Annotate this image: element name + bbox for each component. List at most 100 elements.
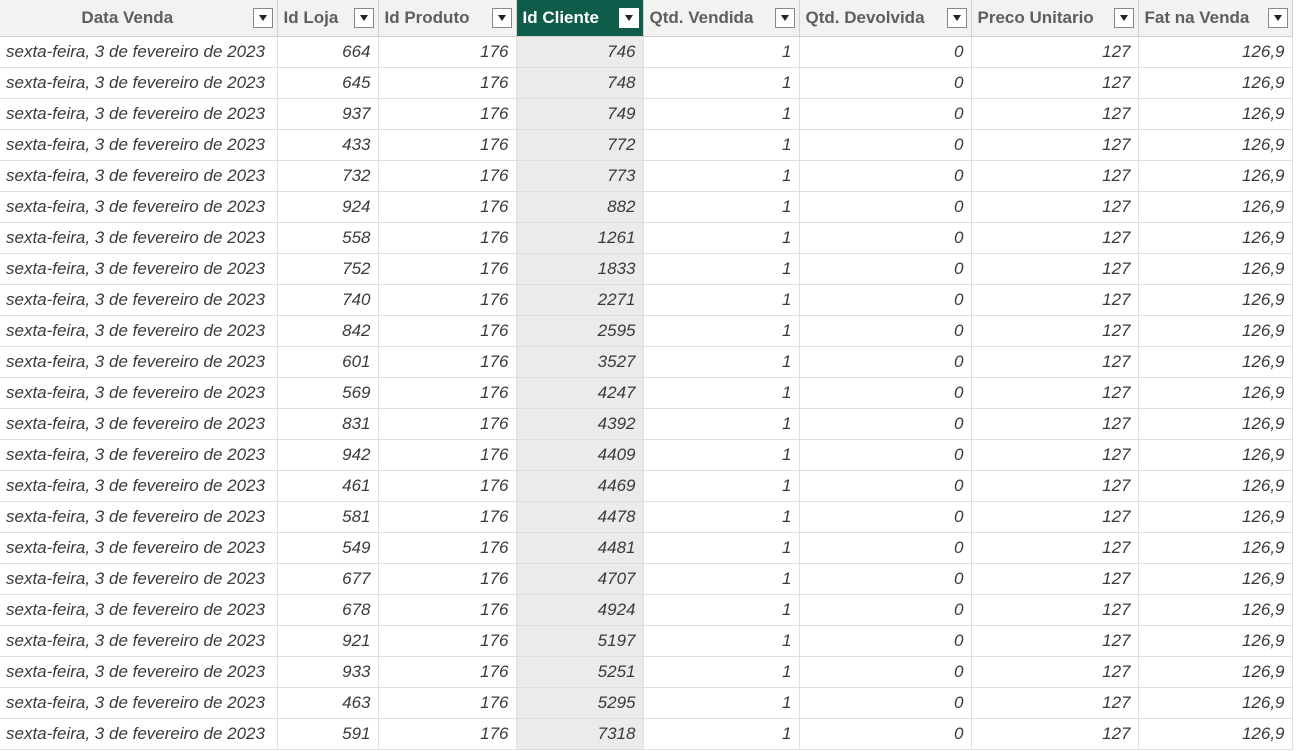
table-row[interactable]: sexta-feira, 3 de fevereiro de 2023 842 17… [0,315,1293,347]
cell-id-cliente[interactable]: 4481 [516,532,644,564]
column-header-fat-na-venda[interactable]: Fat na Venda [1138,0,1293,37]
cell-id-cliente[interactable]: 4924 [516,594,644,626]
cell-preco-unitario[interactable]: 127 [971,191,1139,223]
cell-qtd-vendida[interactable]: 1 [643,470,800,502]
cell-data-venda[interactable]: sexta-feira, 3 de fevereiro de 2023 [0,98,278,130]
cell-fat-na-venda[interactable]: 126,9 [1138,687,1293,719]
cell-qtd-devolvida[interactable]: 0 [799,191,972,223]
cell-fat-na-venda[interactable]: 126,9 [1138,656,1293,688]
cell-id-loja[interactable]: 732 [277,160,379,192]
cell-qtd-devolvida[interactable]: 0 [799,129,972,161]
table-row[interactable]: sexta-feira, 3 de fevereiro de 2023 581 17… [0,501,1293,533]
cell-qtd-vendida[interactable]: 1 [643,625,800,657]
cell-id-loja[interactable]: 942 [277,439,379,471]
cell-preco-unitario[interactable]: 127 [971,377,1139,409]
cell-data-venda[interactable]: sexta-feira, 3 de fevereiro de 2023 [0,67,278,99]
cell-id-produto[interactable]: 176 [378,439,517,471]
table-row[interactable]: sexta-feira, 3 de fevereiro de 2023 645 17… [0,67,1293,99]
cell-id-loja[interactable]: 831 [277,408,379,440]
cell-fat-na-venda[interactable]: 126,9 [1138,315,1293,347]
cell-id-loja[interactable]: 461 [277,470,379,502]
cell-id-produto[interactable]: 176 [378,98,517,130]
cell-fat-na-venda[interactable]: 126,9 [1138,98,1293,130]
cell-id-loja[interactable]: 678 [277,594,379,626]
table-row[interactable]: sexta-feira, 3 de fevereiro de 2023 591 17… [0,718,1293,750]
table-row[interactable]: sexta-feira, 3 de fevereiro de 2023 433 17… [0,129,1293,161]
cell-qtd-devolvida[interactable]: 0 [799,563,972,595]
cell-data-venda[interactable]: sexta-feira, 3 de fevereiro de 2023 [0,377,278,409]
cell-id-produto[interactable]: 176 [378,656,517,688]
cell-id-produto[interactable]: 176 [378,284,517,316]
cell-qtd-devolvida[interactable]: 0 [799,718,972,750]
cell-qtd-vendida[interactable]: 1 [643,315,800,347]
filter-dropdown-icon[interactable] [774,8,795,28]
cell-qtd-devolvida[interactable]: 0 [799,408,972,440]
cell-id-loja[interactable]: 601 [277,346,379,378]
cell-data-venda[interactable]: sexta-feira, 3 de fevereiro de 2023 [0,253,278,285]
cell-fat-na-venda[interactable]: 126,9 [1138,594,1293,626]
table-row[interactable]: sexta-feira, 3 de fevereiro de 2023 752 17… [0,253,1293,285]
cell-qtd-devolvida[interactable]: 0 [799,377,972,409]
cell-qtd-vendida[interactable]: 1 [643,563,800,595]
table-row[interactable]: sexta-feira, 3 de fevereiro de 2023 549 17… [0,532,1293,564]
cell-qtd-vendida[interactable]: 1 [643,191,800,223]
cell-qtd-vendida[interactable]: 1 [643,656,800,688]
cell-fat-na-venda[interactable]: 126,9 [1138,408,1293,440]
table-row[interactable]: sexta-feira, 3 de fevereiro de 2023 601 17… [0,346,1293,378]
table-row[interactable]: sexta-feira, 3 de fevereiro de 2023 937 17… [0,98,1293,130]
cell-id-produto[interactable]: 176 [378,253,517,285]
cell-id-cliente[interactable]: 2271 [516,284,644,316]
cell-fat-na-venda[interactable]: 126,9 [1138,284,1293,316]
cell-id-cliente[interactable]: 5295 [516,687,644,719]
cell-qtd-vendida[interactable]: 1 [643,160,800,192]
cell-id-cliente[interactable]: 746 [516,36,644,68]
cell-id-produto[interactable]: 176 [378,408,517,440]
cell-fat-na-venda[interactable]: 126,9 [1138,67,1293,99]
cell-fat-na-venda[interactable]: 126,9 [1138,718,1293,750]
table-row[interactable]: sexta-feira, 3 de fevereiro de 2023 558 17… [0,222,1293,254]
table-row[interactable]: sexta-feira, 3 de fevereiro de 2023 942 17… [0,439,1293,471]
cell-id-cliente[interactable]: 4707 [516,563,644,595]
cell-qtd-devolvida[interactable]: 0 [799,98,972,130]
cell-qtd-vendida[interactable]: 1 [643,687,800,719]
cell-id-loja[interactable]: 740 [277,284,379,316]
cell-id-loja[interactable]: 752 [277,253,379,285]
cell-qtd-vendida[interactable]: 1 [643,98,800,130]
cell-qtd-vendida[interactable]: 1 [643,501,800,533]
table-row[interactable]: sexta-feira, 3 de fevereiro de 2023 831 17… [0,408,1293,440]
cell-data-venda[interactable]: sexta-feira, 3 de fevereiro de 2023 [0,718,278,750]
cell-fat-na-venda[interactable]: 126,9 [1138,563,1293,595]
filter-dropdown-icon[interactable] [946,8,967,28]
cell-id-loja[interactable]: 433 [277,129,379,161]
cell-data-venda[interactable]: sexta-feira, 3 de fevereiro de 2023 [0,36,278,68]
cell-preco-unitario[interactable]: 127 [971,160,1139,192]
cell-id-produto[interactable]: 176 [378,315,517,347]
table-row[interactable]: sexta-feira, 3 de fevereiro de 2023 933 17… [0,656,1293,688]
cell-preco-unitario[interactable]: 127 [971,284,1139,316]
cell-id-cliente[interactable]: 4247 [516,377,644,409]
cell-data-venda[interactable]: sexta-feira, 3 de fevereiro de 2023 [0,594,278,626]
cell-qtd-devolvida[interactable]: 0 [799,315,972,347]
cell-data-venda[interactable]: sexta-feira, 3 de fevereiro de 2023 [0,532,278,564]
cell-qtd-devolvida[interactable]: 0 [799,67,972,99]
column-header-id-cliente[interactable]: Id Cliente [516,0,644,37]
cell-id-cliente[interactable]: 5197 [516,625,644,657]
cell-id-cliente[interactable]: 4392 [516,408,644,440]
filter-dropdown-icon[interactable] [491,8,512,28]
table-row[interactable]: sexta-feira, 3 de fevereiro de 2023 732 17… [0,160,1293,192]
cell-id-produto[interactable]: 176 [378,160,517,192]
cell-data-venda[interactable]: sexta-feira, 3 de fevereiro de 2023 [0,408,278,440]
cell-preco-unitario[interactable]: 127 [971,408,1139,440]
cell-fat-na-venda[interactable]: 126,9 [1138,532,1293,564]
cell-id-cliente[interactable]: 3527 [516,346,644,378]
cell-preco-unitario[interactable]: 127 [971,594,1139,626]
table-row[interactable]: sexta-feira, 3 de fevereiro de 2023 740 17… [0,284,1293,316]
cell-fat-na-venda[interactable]: 126,9 [1138,222,1293,254]
cell-id-cliente[interactable]: 772 [516,129,644,161]
cell-data-venda[interactable]: sexta-feira, 3 de fevereiro de 2023 [0,687,278,719]
cell-qtd-vendida[interactable]: 1 [643,129,800,161]
cell-id-produto[interactable]: 176 [378,594,517,626]
cell-id-produto[interactable]: 176 [378,563,517,595]
cell-id-produto[interactable]: 176 [378,470,517,502]
cell-qtd-vendida[interactable]: 1 [643,408,800,440]
